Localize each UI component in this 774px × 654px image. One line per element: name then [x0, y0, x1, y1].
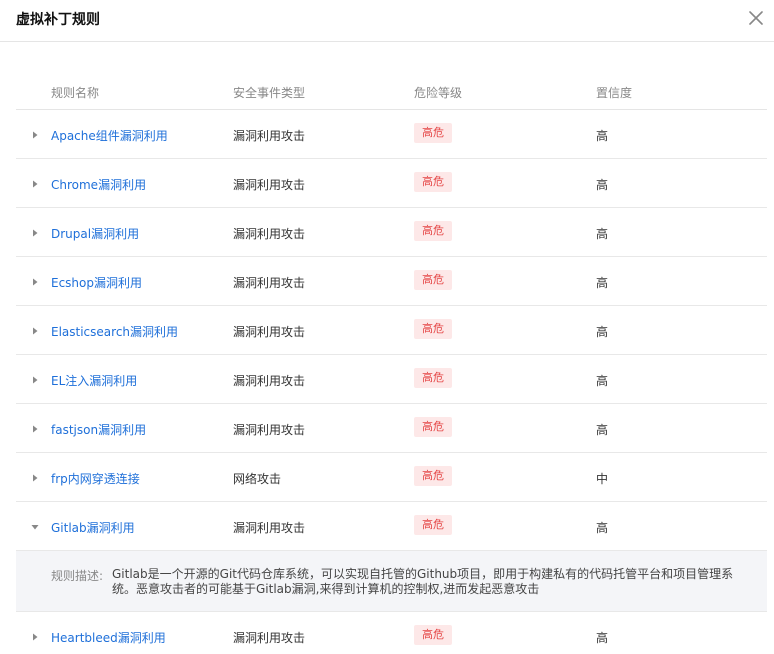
rule-name-link[interactable]: Ecshop漏洞利用 [51, 274, 142, 291]
dialog-header: 虚拟补丁规则 [0, 0, 774, 42]
table-row[interactable]: Heartbleed漏洞利用 漏洞利用攻击 高危 高 [16, 612, 767, 654]
risk-level-cell: 高危 [414, 221, 452, 241]
risk-level-cell: 高危 [414, 515, 452, 535]
caret-right-icon[interactable] [30, 130, 40, 140]
table-row[interactable]: Chrome漏洞利用 漏洞利用攻击 高危 高 [16, 159, 767, 208]
rule-name-link[interactable]: EL注入漏洞利用 [51, 372, 137, 389]
rule-name-link[interactable]: Chrome漏洞利用 [51, 176, 146, 193]
event-type: 漏洞利用攻击 [233, 631, 306, 645]
rule-detail-panel: 规则描述: Gitlab是一个开源的Git代码仓库系统，可以实现自托管的Githu… [16, 551, 767, 612]
event-type: 漏洞利用攻击 [233, 276, 306, 290]
risk-level-cell: 高危 [414, 625, 452, 645]
event-type: 漏洞利用攻击 [233, 178, 306, 192]
risk-level-badge: 高危 [414, 515, 452, 535]
risk-level-badge: 高危 [414, 123, 452, 143]
table-row[interactable]: Drupal漏洞利用 漏洞利用攻击 高危 高 [16, 208, 767, 257]
event-type: 漏洞利用攻击 [233, 227, 306, 241]
caret-down-icon[interactable] [30, 522, 40, 532]
risk-level-badge: 高危 [414, 625, 452, 645]
column-header-name: 规则名称 [51, 86, 100, 100]
confidence: 高 [596, 423, 609, 437]
confidence: 高 [596, 325, 609, 339]
caret-right-icon[interactable] [30, 228, 40, 238]
event-type: 网络攻击 [233, 472, 282, 486]
rule-name-link[interactable]: fastjson漏洞利用 [51, 421, 146, 438]
table-row[interactable]: Apache组件漏洞利用 漏洞利用攻击 高危 高 [16, 110, 767, 159]
risk-level-cell: 高危 [414, 172, 452, 192]
rule-name-link[interactable]: Drupal漏洞利用 [51, 225, 139, 242]
event-type: 漏洞利用攻击 [233, 374, 306, 388]
confidence: 高 [596, 276, 609, 290]
caret-right-icon[interactable] [30, 179, 40, 189]
virtual-patch-rules-dialog: 虚拟补丁规则 规则名称 安全事件类型 危险等级 置信度 Apache组件漏洞利用… [0, 0, 774, 654]
rule-name-link[interactable]: Apache组件漏洞利用 [51, 127, 168, 144]
table-row[interactable]: Gitlab漏洞利用 漏洞利用攻击 高危 高 [16, 502, 767, 551]
risk-level-badge: 高危 [414, 417, 452, 437]
column-header-type: 安全事件类型 [233, 86, 306, 100]
rule-name-link[interactable]: Elasticsearch漏洞利用 [51, 323, 178, 340]
risk-level-badge: 高危 [414, 270, 452, 290]
table-row[interactable]: Elasticsearch漏洞利用 漏洞利用攻击 高危 高 [16, 306, 767, 355]
caret-right-icon[interactable] [30, 632, 40, 642]
rule-name-link[interactable]: Heartbleed漏洞利用 [51, 629, 166, 646]
risk-level-cell: 高危 [414, 123, 452, 143]
table-row[interactable]: frp内网穿透连接 网络攻击 高危 中 [16, 453, 767, 502]
risk-level-badge: 高危 [414, 319, 452, 339]
risk-level-badge: 高危 [414, 172, 452, 192]
risk-level-badge: 高危 [414, 368, 452, 388]
column-header-confidence: 置信度 [596, 86, 633, 100]
table-row[interactable]: fastjson漏洞利用 漏洞利用攻击 高危 高 [16, 404, 767, 453]
event-type: 漏洞利用攻击 [233, 423, 306, 437]
caret-right-icon[interactable] [30, 473, 40, 483]
caret-right-icon[interactable] [30, 277, 40, 287]
event-type: 漏洞利用攻击 [233, 521, 306, 535]
risk-level-cell: 高危 [414, 319, 452, 339]
close-icon [749, 11, 763, 25]
risk-level-cell: 高危 [414, 417, 452, 437]
rule-description-label: 规则描述: [51, 569, 104, 583]
confidence: 高 [596, 631, 609, 645]
rule-description-text: Gitlab是一个开源的Git代码仓库系统，可以实现自托管的Github项目，即… [112, 567, 734, 596]
risk-level-badge: 高危 [414, 221, 452, 241]
confidence: 高 [596, 374, 609, 388]
risk-level-badge: 高危 [414, 466, 452, 486]
table-row[interactable]: EL注入漏洞利用 漏洞利用攻击 高危 高 [16, 355, 767, 404]
dialog-title: 虚拟补丁规则 [16, 12, 100, 28]
risk-level-cell: 高危 [414, 466, 452, 486]
rule-name-link[interactable]: frp内网穿透连接 [51, 470, 140, 487]
caret-right-icon[interactable] [30, 326, 40, 336]
caret-right-icon[interactable] [30, 375, 40, 385]
rules-table: 规则名称 安全事件类型 危险等级 置信度 Apache组件漏洞利用 漏洞利用攻击高… [16, 72, 767, 654]
confidence: 高 [596, 521, 609, 535]
table-body: Apache组件漏洞利用 漏洞利用攻击 高危高 Chrome漏洞利用 漏洞利用攻击 高危高… [16, 110, 767, 654]
column-header-level: 危险等级 [414, 86, 463, 100]
close-button[interactable] [744, 6, 768, 30]
event-type: 漏洞利用攻击 [233, 325, 306, 339]
table-header: 规则名称 安全事件类型 危险等级 置信度 [16, 72, 767, 110]
confidence: 高 [596, 178, 609, 192]
confidence: 中 [596, 472, 609, 486]
confidence: 高 [596, 129, 609, 143]
event-type: 漏洞利用攻击 [233, 129, 306, 143]
rule-name-link[interactable]: Gitlab漏洞利用 [51, 519, 135, 536]
confidence: 高 [596, 227, 609, 241]
table-row[interactable]: Ecshop漏洞利用 漏洞利用攻击 高危 高 [16, 257, 767, 306]
caret-right-icon[interactable] [30, 424, 40, 434]
risk-level-cell: 高危 [414, 270, 452, 290]
risk-level-cell: 高危 [414, 368, 452, 388]
